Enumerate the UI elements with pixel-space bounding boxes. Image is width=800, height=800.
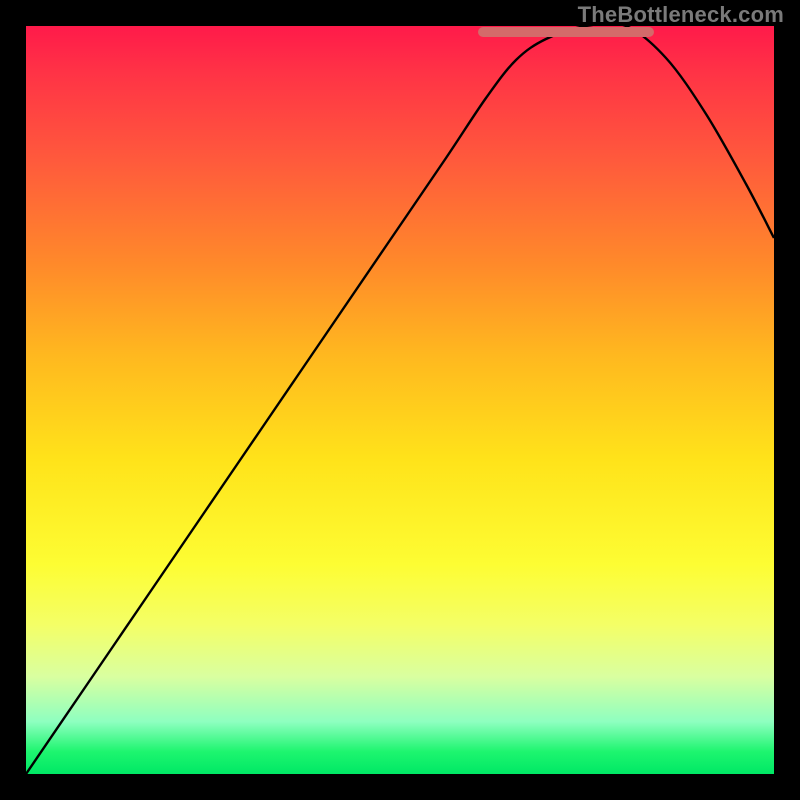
chart-frame (26, 26, 774, 774)
watermark: TheBottleneck.com (578, 2, 784, 28)
bottleneck-curve (26, 26, 774, 774)
highlight-bar (478, 27, 654, 37)
